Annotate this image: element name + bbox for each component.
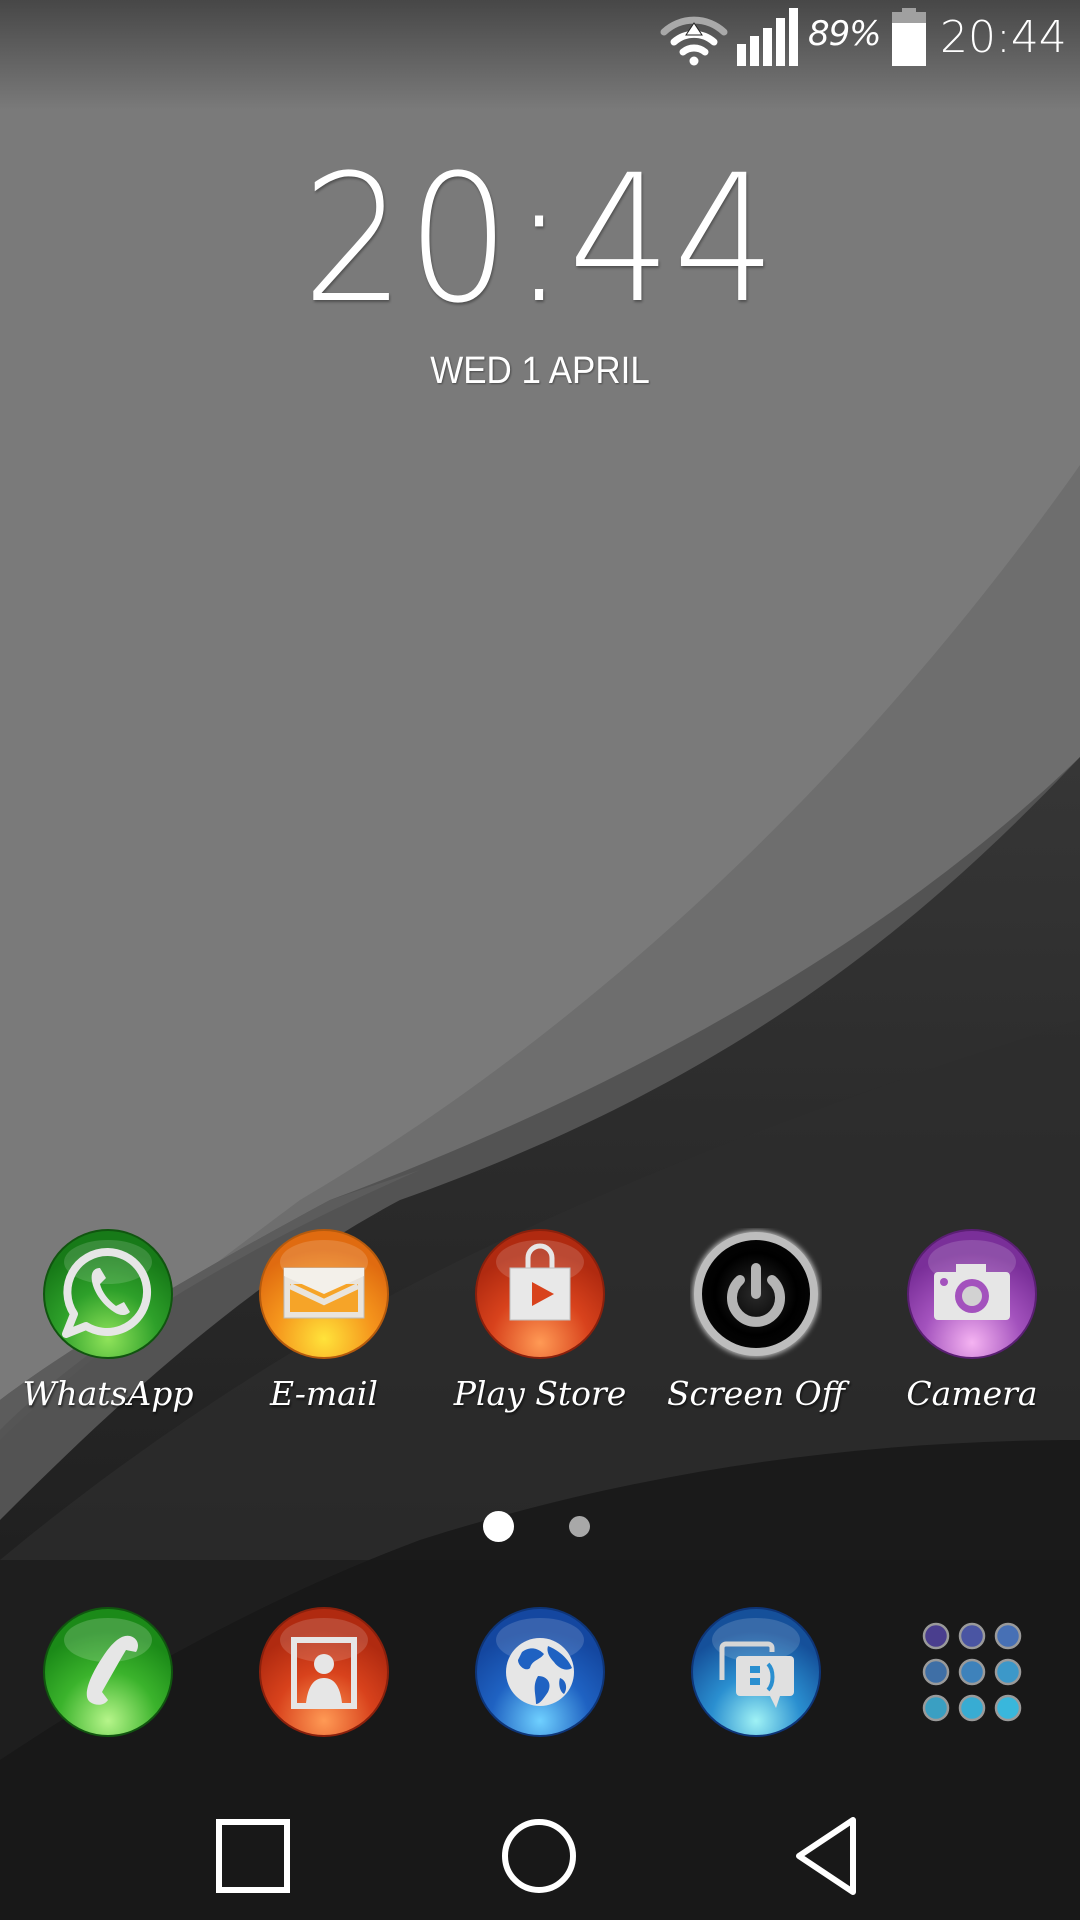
status-bar[interactable]: 89% 20:44 (0, 0, 1080, 75)
app-drawer-dot (922, 1694, 950, 1722)
app-drawer-icon (922, 1622, 1022, 1722)
lockscreen-clock[interactable]: 20:44 (43, 152, 1037, 328)
app-label: Screen Off (666, 1374, 846, 1413)
app-drawer-dot (958, 1622, 986, 1650)
app-drawer-dot (994, 1658, 1022, 1686)
app-drawer-dot (994, 1694, 1022, 1722)
app-drawer-dot (994, 1622, 1022, 1650)
email-icon (259, 1229, 389, 1359)
battery-icon (892, 8, 926, 66)
app-drawer-dot (958, 1658, 986, 1686)
globe-icon (475, 1607, 605, 1737)
app-label: Camera (906, 1374, 1038, 1413)
lockscreen-date[interactable]: WED 1 APRIL (43, 350, 1037, 393)
whatsapp-icon (43, 1229, 173, 1359)
recents-icon[interactable] (203, 1808, 303, 1908)
home-icon[interactable] (489, 1808, 589, 1908)
app-label: E-mail (270, 1374, 378, 1413)
cellular-signal-icon (737, 8, 798, 66)
camera-icon (907, 1229, 1037, 1359)
phone-icon (43, 1607, 173, 1737)
app-drawer-dot (958, 1694, 986, 1722)
page-dot-1-active[interactable] (483, 1511, 514, 1542)
app-label: WhatsApp (22, 1374, 194, 1413)
power-icon (693, 1231, 819, 1357)
play-store-icon (475, 1229, 605, 1359)
contacts-icon (259, 1607, 389, 1737)
battery-percent: 89% (808, 14, 882, 54)
page-dot-2[interactable] (569, 1516, 590, 1537)
status-bar-time: 20:44 (940, 12, 1067, 63)
app-drawer-dot (922, 1622, 950, 1650)
app-drawer-dot (922, 1658, 950, 1686)
app-label: Play Store (453, 1374, 627, 1413)
navigation-bar (0, 1800, 1080, 1920)
messaging-icon (691, 1607, 821, 1737)
back-icon[interactable] (775, 1808, 875, 1908)
wifi-icon (660, 16, 728, 66)
